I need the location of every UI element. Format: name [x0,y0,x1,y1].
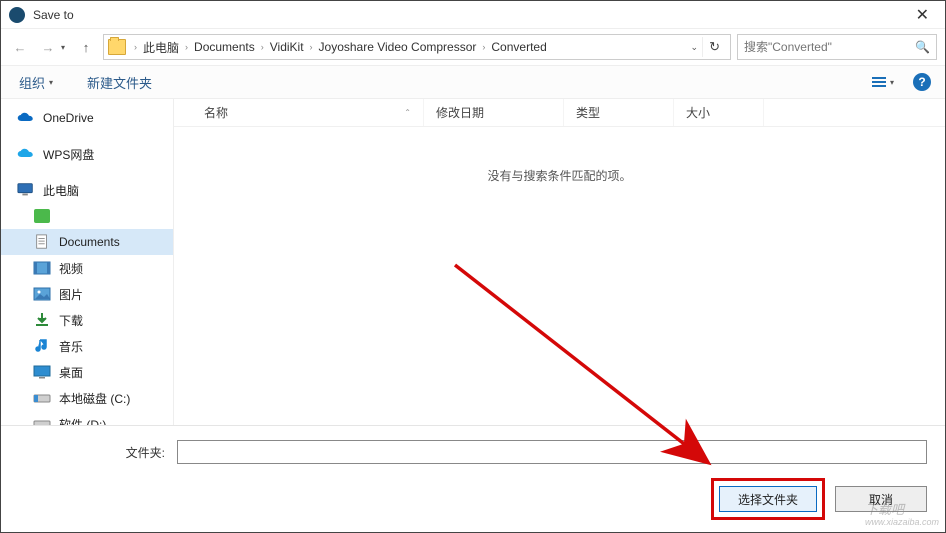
onedrive-icon [17,110,35,126]
folder-name-row: 文件夹: [19,440,927,464]
address-dropdown-icon[interactable]: ⌄ [687,38,703,57]
organize-label: 组织 [19,73,45,92]
column-type[interactable]: 类型 [564,99,674,126]
breadcrumb-item[interactable]: 此电脑 [139,37,183,58]
sidebar-item-music[interactable]: 音乐 [1,333,173,359]
column-headers: 名称 ⌃ 修改日期 类型 大小 [174,99,945,127]
sidebar-item-videos[interactable]: 视频 [1,255,173,281]
sidebar-item-this-pc[interactable]: 此电脑 [1,177,173,203]
breadcrumb-item[interactable]: Joyoshare Video Compressor [315,38,481,56]
sidebar-item-onedrive[interactable]: OneDrive [1,105,173,131]
window-title: Save to [33,8,908,22]
breadcrumb-item[interactable]: Converted [487,38,550,56]
forward-button[interactable]: → [37,36,59,58]
sort-indicator-icon: ⌃ [404,108,411,117]
app-icon [9,7,25,23]
cancel-button[interactable]: 取消 [835,486,927,512]
list-view-icon [872,77,886,87]
sidebar-item-disk-c[interactable]: 本地磁盘 (C:) [1,385,173,411]
main-area: OneDrive WPS网盘 此电脑 Documents 视频 图片 [1,99,945,457]
sidebar-item-label: 图片 [59,286,83,303]
title-bar: Save to ✕ [1,1,945,29]
sidebar-item-documents[interactable]: Documents [1,229,173,255]
close-icon[interactable]: ✕ [908,5,937,25]
wps-icon [17,146,35,162]
empty-message: 没有与搜索条件匹配的项。 [174,127,945,457]
sidebar-item-downloads[interactable]: 下载 [1,307,173,333]
organize-button[interactable]: 组织 ▾ [15,69,57,96]
address-bar[interactable]: › 此电脑 › Documents › VidiKit › Joyoshare … [103,34,731,60]
sidebar-item-label: 音乐 [59,338,83,355]
chevron-right-icon: › [132,42,139,52]
breadcrumb-item[interactable]: VidiKit [266,38,308,56]
app-folder-icon [33,208,51,224]
sidebar-item-wps[interactable]: WPS网盘 [1,141,173,167]
chevron-down-icon: ▾ [49,78,53,87]
chevron-down-icon: ▾ [890,78,894,87]
hdd-icon [33,390,51,406]
button-row: 选择文件夹 取消 [19,478,927,520]
select-folder-button[interactable]: 选择文件夹 [719,486,817,512]
dialog-footer: 文件夹: 选择文件夹 取消 [1,425,945,532]
folder-label: 文件夹: [19,444,169,461]
sidebar-item-label: 下载 [59,312,83,329]
desktop-icon [33,364,51,380]
new-folder-button[interactable]: 新建文件夹 [83,69,156,96]
column-size[interactable]: 大小 [674,99,764,126]
column-name[interactable]: 名称 ⌃ [174,99,424,126]
column-date[interactable]: 修改日期 [424,99,564,126]
documents-icon [33,234,51,250]
sidebar-item-special[interactable] [1,203,173,229]
sidebar-tree[interactable]: OneDrive WPS网盘 此电脑 Documents 视频 图片 [1,99,174,457]
search-input[interactable] [744,40,915,54]
sidebar-item-label: WPS网盘 [43,146,94,163]
pictures-icon [33,286,51,302]
sidebar-item-label: 视频 [59,260,83,277]
view-options-button[interactable]: ▾ [869,72,897,92]
sidebar-item-label: Documents [59,235,120,249]
chevron-right-icon: › [308,42,315,52]
new-folder-label: 新建文件夹 [87,73,152,92]
monitor-icon [17,182,35,198]
folder-name-input[interactable] [177,440,927,464]
search-icon[interactable]: 🔍 [915,40,930,54]
search-box[interactable]: 🔍 [737,34,937,60]
videos-icon [33,260,51,276]
music-icon [33,338,51,354]
chevron-right-icon: › [480,42,487,52]
sidebar-item-label: 此电脑 [43,182,79,199]
refresh-icon[interactable]: ↻ [702,37,726,57]
sidebar-item-pictures[interactable]: 图片 [1,281,173,307]
up-button[interactable]: ↑ [75,36,97,58]
chevron-right-icon: › [259,42,266,52]
sidebar-item-label: 桌面 [59,364,83,381]
sidebar-item-label: 本地磁盘 (C:) [59,390,130,407]
file-list-area: 名称 ⌃ 修改日期 类型 大小 没有与搜索条件匹配的项。 [174,99,945,457]
back-button[interactable]: ← [9,36,31,58]
sidebar-item-label: OneDrive [43,111,94,125]
history-dropdown-icon[interactable]: ▾ [61,43,65,52]
breadcrumb-item[interactable]: Documents [190,38,259,56]
chevron-right-icon: › [183,42,190,52]
navigation-bar: ← → ▾ ↑ › 此电脑 › Documents › VidiKit › Jo… [1,29,945,65]
annotation-highlight: 选择文件夹 [711,478,825,520]
folder-icon [108,39,126,55]
sidebar-item-desktop[interactable]: 桌面 [1,359,173,385]
help-icon[interactable]: ? [913,73,931,91]
downloads-icon [33,312,51,328]
toolbar: 组织 ▾ 新建文件夹 ▾ ? [1,65,945,99]
